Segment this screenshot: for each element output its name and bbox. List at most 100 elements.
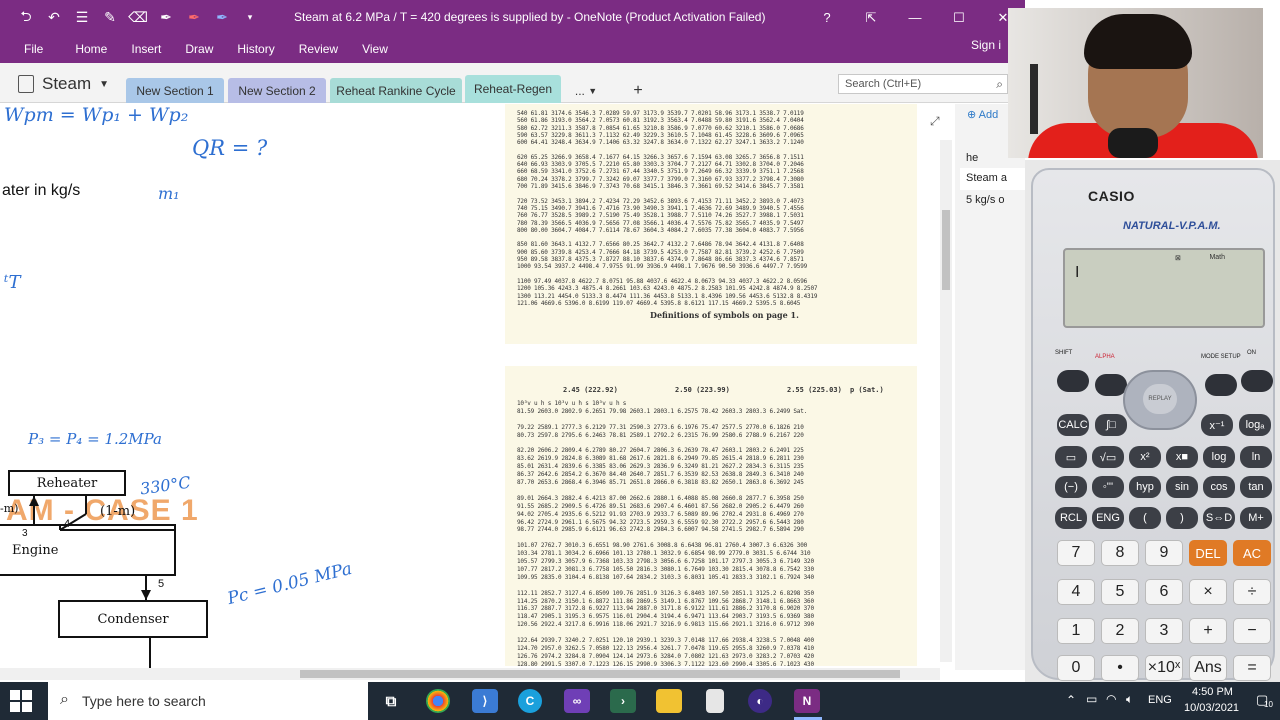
volume-icon[interactable]: 🔈︎: [1126, 692, 1133, 707]
eraser-icon[interactable]: ⌫: [126, 6, 150, 30]
network-icon[interactable]: ▭: [1086, 692, 1097, 706]
calculator-key[interactable]: sin: [1166, 476, 1198, 498]
tab-reheat-rankine-cycle[interactable]: Reheat Rankine Cycle: [330, 78, 462, 103]
tab-new-section-2[interactable]: New Section 2: [228, 78, 326, 103]
visual-studio-code-icon[interactable]: ⟩: [472, 689, 498, 713]
replay-dpad[interactable]: REPLAY: [1123, 370, 1197, 430]
calculator-key[interactable]: ∫□: [1095, 414, 1127, 436]
calculator-key[interactable]: ): [1166, 507, 1198, 529]
language-indicator[interactable]: ENG: [1148, 694, 1172, 706]
tab-view[interactable]: View: [350, 42, 400, 56]
notepad-icon[interactable]: [706, 689, 724, 713]
calculator-key[interactable]: 0: [1057, 655, 1095, 681]
scrollbar-thumb[interactable]: [942, 210, 950, 290]
tab-history[interactable]: History: [225, 42, 286, 56]
touch-mode-icon[interactable]: ☰: [70, 6, 94, 30]
calculator-key[interactable]: tan: [1240, 476, 1272, 498]
calculator-key[interactable]: M+: [1240, 507, 1272, 529]
tab-home[interactable]: Home: [63, 42, 119, 56]
calculator-key[interactable]: −: [1233, 618, 1271, 644]
calculator-key[interactable]: •: [1101, 655, 1139, 681]
file-explorer-icon[interactable]: [656, 689, 682, 713]
onenote-icon[interactable]: N: [794, 689, 820, 713]
calculator-key[interactable]: +: [1189, 618, 1227, 644]
calculator-key[interactable]: logₐ: [1239, 414, 1271, 436]
page-item-selected[interactable]: Steam a: [960, 168, 1025, 190]
vertical-scrollbar[interactable]: [940, 140, 952, 662]
task-view-icon[interactable]: ⧉: [378, 689, 404, 713]
calculator-key[interactable]: DEL: [1189, 540, 1227, 566]
calculator-key[interactable]: 1: [1057, 618, 1095, 644]
calculator-key[interactable]: ×10ˣ: [1145, 655, 1183, 681]
calculator-key[interactable]: cos: [1203, 476, 1235, 498]
on-key[interactable]: [1241, 370, 1273, 392]
chevron-up-icon[interactable]: ⌃: [1066, 693, 1076, 707]
taskbar-search-input[interactable]: ⌕ Type here to search: [48, 682, 368, 720]
calculator-key[interactable]: log: [1203, 446, 1235, 468]
page-item[interactable]: 5 kg/s o: [960, 190, 1025, 212]
sign-in-link[interactable]: Sign i: [959, 38, 1013, 52]
pen-blue-icon[interactable]: ✒: [210, 6, 234, 30]
mode-key[interactable]: [1205, 374, 1237, 396]
chrome-icon[interactable]: [426, 689, 450, 713]
horizontal-scrollbar[interactable]: [0, 668, 940, 680]
back-icon[interactable]: ⮌: [14, 6, 38, 30]
tab-new-section-1[interactable]: New Section 1: [126, 78, 224, 103]
calculator-key[interactable]: RCL: [1055, 507, 1087, 529]
calculator-key[interactable]: x■: [1166, 446, 1198, 468]
pen-red-icon[interactable]: ✒: [182, 6, 206, 30]
calculator-key[interactable]: 8: [1101, 540, 1139, 566]
clock-time[interactable]: 4:50 PM: [1192, 686, 1233, 698]
calculator-key[interactable]: ENG: [1092, 507, 1124, 529]
calculator-key[interactable]: 5: [1101, 579, 1139, 605]
calculator-key[interactable]: hyp: [1129, 476, 1161, 498]
calculator-key[interactable]: ÷: [1233, 579, 1271, 605]
calculator-key[interactable]: Ans: [1189, 655, 1227, 681]
scrollbar-thumb[interactable]: [300, 670, 900, 678]
more-sections-button[interactable]: ... ▼: [563, 78, 609, 103]
calculator-key[interactable]: (: [1129, 507, 1161, 529]
calculator-key[interactable]: 7: [1057, 540, 1095, 566]
shift-key[interactable]: [1057, 370, 1089, 392]
tab-reheat-regen[interactable]: Reheat-Regen: [465, 75, 561, 103]
full-screen-icon[interactable]: ⇱: [849, 0, 893, 35]
calculator-key[interactable]: x⁻¹: [1201, 414, 1233, 436]
tab-draw[interactable]: Draw: [173, 42, 225, 56]
calculator-key[interactable]: √▭: [1092, 446, 1124, 468]
tab-file[interactable]: File: [0, 42, 63, 56]
help-button[interactable]: ?: [805, 0, 849, 35]
maximize-button[interactable]: ☐: [937, 0, 981, 35]
calculator-key[interactable]: 3: [1145, 618, 1183, 644]
calculator-key[interactable]: S⇔D: [1203, 507, 1235, 529]
calculator-key[interactable]: ×: [1189, 579, 1227, 605]
eclipse-icon[interactable]: ◐: [748, 689, 772, 713]
calculator-key[interactable]: ◦''': [1092, 476, 1124, 498]
minimize-button[interactable]: —: [893, 0, 937, 35]
lasso-icon[interactable]: ✎: [98, 6, 122, 30]
pen-black-icon[interactable]: ✒: [154, 6, 178, 30]
add-section-button[interactable]: +: [626, 78, 650, 103]
calculator-key[interactable]: 9: [1145, 540, 1183, 566]
calculator-key[interactable]: 4: [1057, 579, 1095, 605]
calculator-key[interactable]: ▭: [1055, 446, 1087, 468]
notebook-picker[interactable]: Steam ▼: [18, 74, 109, 94]
windows-start-icon[interactable]: [10, 690, 32, 712]
calculator-key[interactable]: 6: [1145, 579, 1183, 605]
calculator-key[interactable]: x²: [1129, 446, 1161, 468]
c-app-icon[interactable]: C: [518, 689, 542, 713]
calculator-key[interactable]: =: [1233, 655, 1271, 681]
tab-review[interactable]: Review: [287, 42, 350, 56]
undo-icon[interactable]: ↶: [42, 6, 66, 30]
search-input[interactable]: Search (Ctrl+E) ⌕: [838, 74, 1008, 94]
customize-toolbar-icon[interactable]: ▾: [238, 6, 262, 30]
calculator-key[interactable]: 2: [1101, 618, 1139, 644]
expand-icon[interactable]: ⤢: [930, 114, 940, 129]
calculator-key[interactable]: ln: [1240, 446, 1272, 468]
terminal-icon[interactable]: ›: [610, 689, 636, 713]
wifi-icon[interactable]: ◠: [1106, 692, 1116, 706]
calculator-key[interactable]: AC: [1233, 540, 1271, 566]
add-page-button[interactable]: ⊕ Add: [967, 108, 998, 121]
calculator-key[interactable]: (−): [1055, 476, 1087, 498]
tab-insert[interactable]: Insert: [119, 42, 173, 56]
clock-date[interactable]: 10/03/2021: [1184, 702, 1239, 714]
